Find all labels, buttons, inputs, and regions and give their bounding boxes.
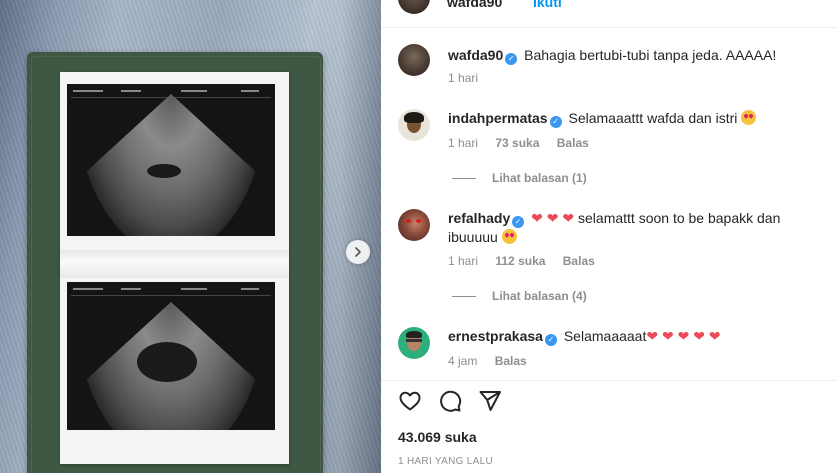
post-like-count[interactable]: 43.069 suka [398, 429, 477, 445]
carousel-next-button[interactable] [346, 240, 370, 264]
like-button[interactable] [398, 389, 422, 413]
chevron-right-icon [355, 247, 361, 257]
verified-badge-icon: ✓ [544, 334, 557, 346]
red-heart-emoji-icon: ❤ [661, 328, 674, 344]
red-heart-emoji-icon: ❤ [562, 210, 575, 226]
action-bar [381, 380, 837, 421]
verified-badge-icon: ✓ [505, 53, 518, 65]
reply-button[interactable]: Balas [495, 354, 527, 368]
caption-text: Bahagia bertubi-tubi tanpa jeda. AAAAA! [524, 47, 777, 63]
red-heart-emoji-icon: ❤ [708, 328, 721, 344]
comment-text: Selamaaaaat [563, 328, 647, 344]
comment-button[interactable] [438, 389, 462, 413]
red-heart-emoji-icon: ❤ [531, 210, 543, 226]
red-heart-emoji-icon: ❤ [677, 328, 690, 344]
avatar[interactable] [398, 209, 430, 241]
avatar[interactable] [398, 327, 430, 359]
comment-username[interactable]: indahpermatas [448, 110, 548, 126]
ultrasound-printout [60, 72, 289, 464]
comment-likes[interactable]: 73 suka [495, 136, 539, 150]
comment-time[interactable]: 1 hari [448, 136, 478, 150]
post-photo[interactable] [0, 0, 381, 473]
comment-time[interactable]: 1 hari [448, 254, 478, 268]
heart-eyes-emoji-icon [501, 229, 517, 244]
post-timestamp[interactable]: 1 HARI YANG LALU [398, 456, 493, 467]
paper-plane-icon [479, 391, 501, 411]
caption-username[interactable]: wafda90 [448, 47, 503, 63]
red-heart-emoji-icon: ❤ [693, 328, 705, 344]
verified-badge-icon: ✓ [512, 216, 525, 228]
follow-button[interactable]: Ikuti [533, 0, 562, 10]
header-username[interactable]: wafda90 [447, 0, 502, 10]
gestational-sac [137, 342, 197, 382]
reply-button[interactable]: Balas [563, 254, 595, 268]
share-button[interactable] [478, 389, 502, 413]
comments-pane: wafda90 Ikuti wafda90 ✓ Bahagia bertubi-t… [381, 0, 837, 473]
avatar[interactable] [398, 0, 430, 14]
comment-username[interactable]: refalhady [448, 210, 510, 226]
red-heart-emoji-icon: ❤ [646, 328, 659, 344]
heart-icon [399, 391, 421, 411]
ultrasound-image-top [67, 84, 275, 236]
view-replies-button[interactable]: Lihat balasan (4) [452, 289, 587, 303]
verified-badge-icon: ✓ [549, 116, 562, 128]
avatar[interactable] [398, 109, 430, 141]
reply-button[interactable]: Balas [557, 136, 589, 150]
comment-time[interactable]: 4 jam [448, 354, 477, 368]
avatar[interactable] [398, 44, 430, 76]
comment-likes[interactable]: 112 suka [495, 254, 545, 268]
comment-text: Selamaaattt wafda dan istri [568, 110, 738, 126]
gestational-sac [147, 164, 181, 178]
ultrasound-image-bottom [67, 282, 275, 430]
comment-bubble-icon [440, 390, 462, 412]
post-header: wafda90 Ikuti [381, 0, 837, 28]
comment-username[interactable]: ernestprakasa [448, 328, 543, 344]
view-replies-button[interactable]: Lihat balasan (1) [452, 171, 587, 185]
caption-time[interactable]: 1 hari [448, 71, 478, 85]
heart-eyes-emoji-icon [741, 110, 757, 125]
red-heart-emoji-icon: ❤ [546, 210, 559, 226]
